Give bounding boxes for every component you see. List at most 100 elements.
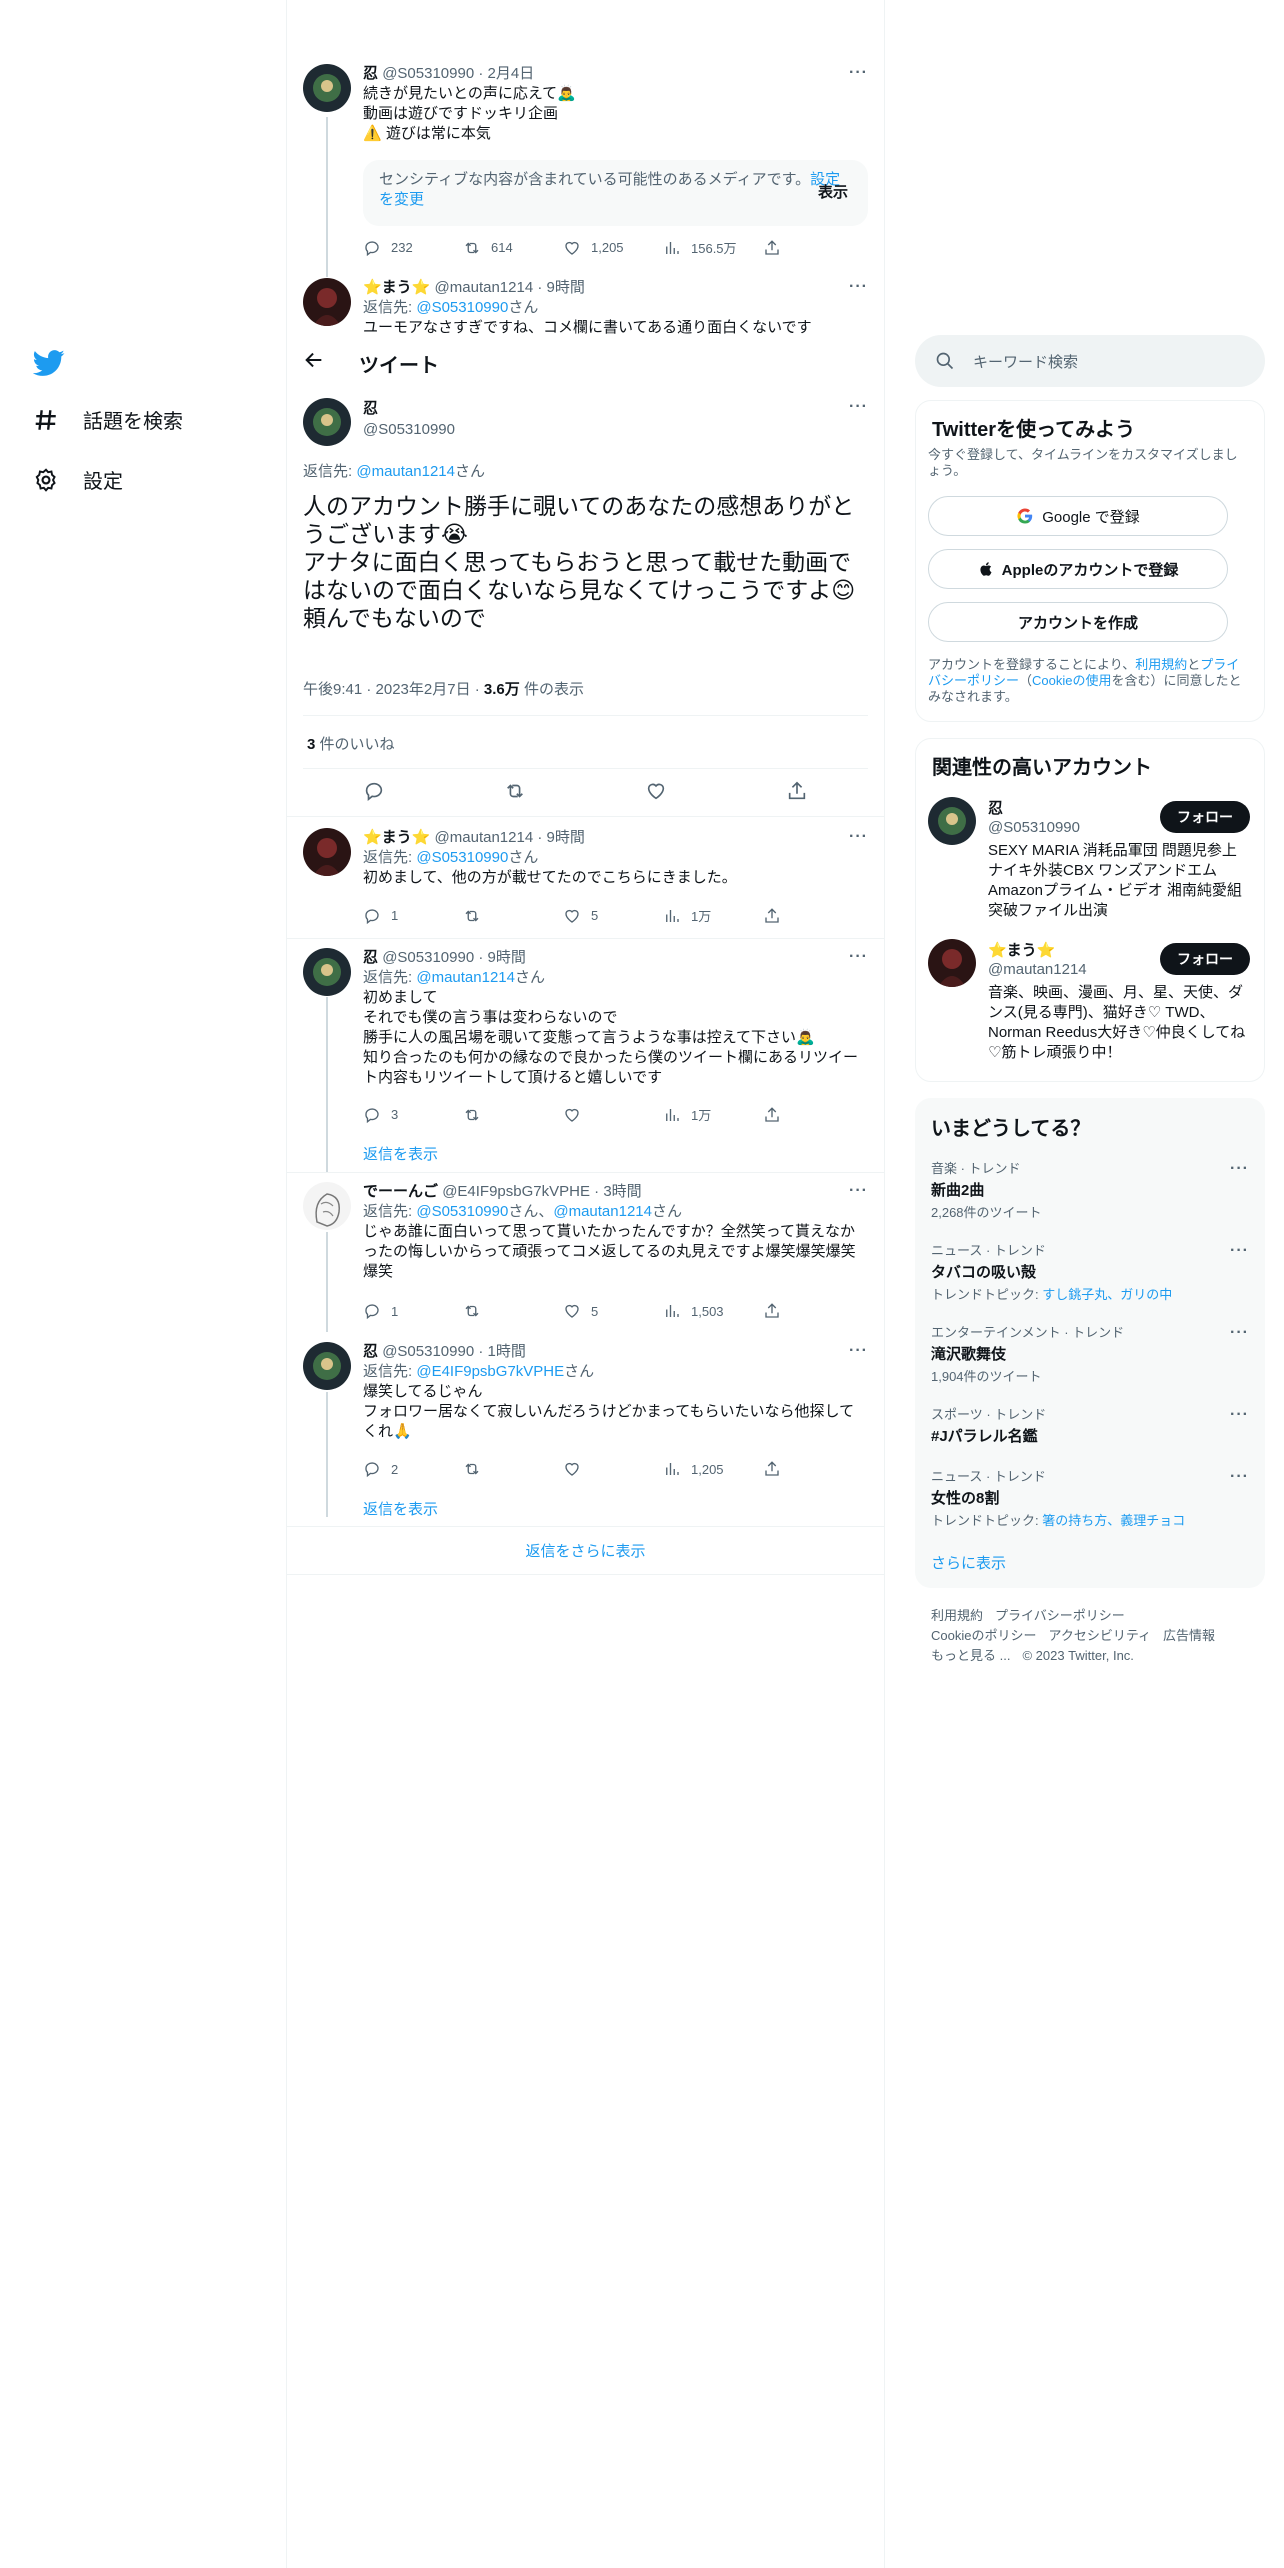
more-icon[interactable]: ···	[849, 278, 868, 296]
search-box[interactable]: キーワード検索	[915, 335, 1265, 387]
retweet-button[interactable]	[463, 1460, 563, 1478]
terms-link[interactable]: 利用規約	[1135, 657, 1187, 672]
reply-tweet[interactable]: でーーんご @E4IF9psbG7kVPHE · 3時間 返信先: @S0531…	[303, 1182, 868, 1302]
reply-button[interactable]: 232	[363, 238, 463, 257]
like-button[interactable]	[563, 1460, 663, 1478]
trend-item[interactable]: エンターテインメント · トレンド 滝沢歌舞伎 1,904件のツイート ···	[931, 1322, 1249, 1385]
reply-button[interactable]: 1	[363, 906, 463, 925]
follow-button[interactable]: フォロー	[1160, 801, 1250, 833]
reply-to-link[interactable]: @S05310990	[416, 299, 508, 316]
footer-cookie[interactable]: Cookieのポリシー	[931, 1628, 1036, 1643]
author-handle[interactable]: @S05310990	[382, 65, 474, 82]
reply-tweet[interactable]: ⭐まう⭐ @mautan1214 · 9時間 返信先: @S05310990さん…	[303, 828, 868, 918]
tweet-time[interactable]: 3時間	[603, 1183, 641, 1200]
more-icon[interactable]: ···	[849, 828, 868, 846]
views-button[interactable]: 1,503	[663, 1302, 763, 1320]
views-button[interactable]: 1,205	[663, 1460, 763, 1478]
more-icon[interactable]: ···	[1230, 1324, 1249, 1342]
avatar[interactable]	[303, 948, 351, 996]
tweet-time[interactable]: 1時間	[488, 1343, 526, 1360]
avatar[interactable]	[303, 1342, 351, 1390]
search-input[interactable]: キーワード検索	[973, 351, 1078, 372]
tweet-time[interactable]: 9時間	[547, 279, 585, 296]
avatar[interactable]	[303, 278, 351, 326]
like-button[interactable]: 1,205	[563, 238, 663, 257]
show-replies-link[interactable]: 返信を表示	[363, 1143, 438, 1164]
avatar[interactable]	[303, 64, 351, 112]
reply-to-link[interactable]: @mautan1214	[553, 1203, 652, 1220]
footer-ads[interactable]: 広告情報	[1163, 1628, 1215, 1643]
more-icon[interactable]: ···	[1230, 1160, 1249, 1178]
more-icon[interactable]: ···	[849, 948, 868, 966]
retweet-button[interactable]	[463, 1302, 563, 1320]
trend-item[interactable]: スポーツ · トレンド #Jパラレル名鑑 ···	[931, 1404, 1249, 1446]
views-button[interactable]: 1万	[663, 1105, 763, 1124]
avatar[interactable]	[928, 939, 976, 987]
author-name[interactable]: 忍	[363, 949, 378, 966]
show-replies-link[interactable]: 返信を表示	[363, 1498, 438, 1519]
share-button[interactable]	[763, 906, 793, 925]
more-icon[interactable]: ···	[849, 398, 868, 416]
author-handle[interactable]: @S05310990	[382, 949, 474, 966]
reply-tweet[interactable]: 忍 @S05310990 · 1時間 返信先: @E4IF9psbG7kVPHE…	[303, 1342, 868, 1462]
tweet-time[interactable]: 2月4日	[488, 65, 535, 82]
views-button[interactable]: 156.5万	[663, 238, 763, 257]
follow-button[interactable]: フォロー	[1160, 943, 1250, 975]
create-account-button[interactable]: アカウントを作成	[928, 602, 1228, 642]
author-name[interactable]: 忍	[363, 400, 378, 417]
reply-icon[interactable]	[363, 780, 385, 802]
author-name[interactable]: ⭐まう⭐	[363, 829, 430, 846]
cookie-link[interactable]: Cookieの使用	[1032, 673, 1111, 688]
more-icon[interactable]: ···	[849, 64, 868, 82]
retweet-icon[interactable]	[504, 780, 526, 802]
more-icon[interactable]: ···	[849, 1182, 868, 1200]
author-name[interactable]: でーーんご	[363, 1183, 438, 1200]
share-button[interactable]	[763, 1302, 793, 1320]
reply-to-link[interactable]: @S05310990	[416, 849, 508, 866]
share-button[interactable]	[763, 238, 793, 257]
share-button[interactable]	[763, 1460, 793, 1478]
trend-item[interactable]: 音楽 · トレンド 新曲2曲 2,268件のツイート ···	[931, 1158, 1249, 1221]
more-icon[interactable]: ···	[1230, 1242, 1249, 1260]
views-button[interactable]: 1万	[663, 906, 763, 925]
google-signup-button[interactable]: Google で登録	[928, 496, 1228, 536]
retweet-button[interactable]	[463, 906, 563, 925]
related-account[interactable]: ⭐まう⭐ @mautan1214 フォロー 音楽、映画、漫画、月、星、天使、ダン…	[928, 939, 1254, 1069]
reply-button[interactable]: 2	[363, 1460, 463, 1478]
author-name[interactable]: ⭐まう⭐	[363, 279, 430, 296]
trends-show-more[interactable]: さらに表示	[931, 1552, 1006, 1573]
avatar[interactable]	[303, 828, 351, 876]
author-name[interactable]: 忍	[363, 1343, 378, 1360]
author-handle[interactable]: @mautan1214	[435, 279, 534, 296]
reply-to-link[interactable]: @mautan1214	[356, 463, 455, 480]
reply-button[interactable]: 1	[363, 1302, 463, 1320]
trend-item[interactable]: ニュース · トレンド 女性の8割 トレンドトピック: 箸の持ち方、義理チョコ …	[931, 1466, 1249, 1529]
apple-signup-button[interactable]: Appleのアカウントで登録	[928, 549, 1228, 589]
retweet-button[interactable]	[463, 1105, 563, 1124]
author-name[interactable]: 忍	[363, 65, 378, 82]
trend-topic-link[interactable]: 箸の持ち方、義理チョコ	[1042, 1513, 1185, 1528]
author-handle[interactable]: @S05310990	[363, 420, 868, 440]
footer-accessibility[interactable]: アクセシビリティ	[1048, 1628, 1151, 1643]
reply-button[interactable]: 3	[363, 1105, 463, 1124]
footer-terms[interactable]: 利用規約	[931, 1608, 983, 1623]
nav-explore[interactable]: 話題を検索	[33, 405, 183, 434]
tweet-time[interactable]: 9時間	[547, 829, 585, 846]
reply-to-link[interactable]: @S05310990	[416, 1203, 508, 1220]
more-icon[interactable]: ···	[1230, 1468, 1249, 1486]
tweet-parent[interactable]: ⭐まう⭐ @mautan1214 · 9時間 返信先: @S05310990さん…	[303, 278, 868, 335]
avatar[interactable]	[303, 398, 351, 446]
tweet-time[interactable]: 9時間	[488, 949, 526, 966]
like-button[interactable]: 5	[563, 1302, 663, 1320]
related-account[interactable]: 忍 @S05310990 フォロー SEXY MARIA 消耗品軍団 問題児参上…	[928, 797, 1254, 927]
footer-more[interactable]: もっと見る ...	[931, 1648, 1010, 1663]
trend-item[interactable]: ニュース · トレンド タバコの吸い殻 トレンドトピック: すし銚子丸、ガリの中…	[931, 1240, 1249, 1303]
reply-tweet[interactable]: 忍 @S05310990 · 9時間 返信先: @mautan1214さん 初め…	[303, 948, 868, 1098]
show-more-replies-link[interactable]: 返信をさらに表示	[287, 1540, 884, 1561]
more-icon[interactable]: ···	[1230, 1406, 1249, 1424]
author-handle[interactable]: @E4IF9psbG7kVPHE	[442, 1183, 590, 1200]
back-arrow-icon[interactable]	[303, 349, 325, 371]
reply-to-link[interactable]: @E4IF9psbG7kVPHE	[416, 1363, 564, 1380]
twitter-logo-icon[interactable]	[33, 347, 65, 379]
more-icon[interactable]: ···	[849, 1342, 868, 1360]
